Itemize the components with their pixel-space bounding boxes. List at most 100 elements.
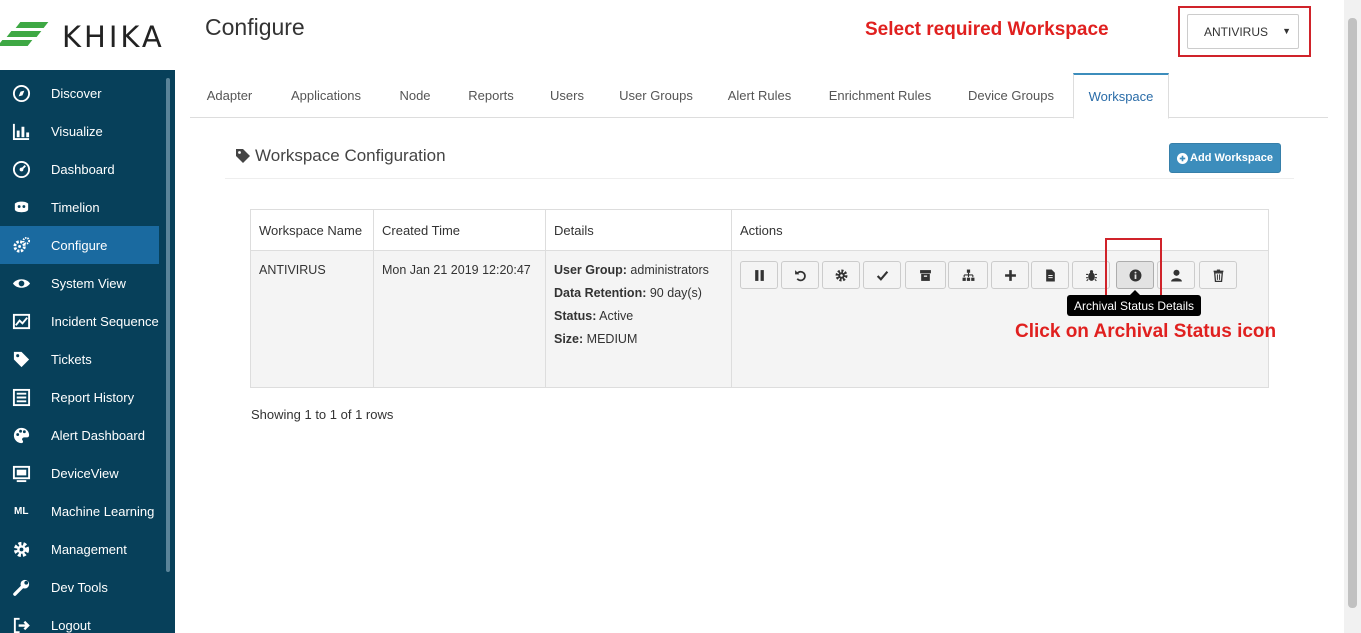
sidebar-item-label: Incident Sequence (51, 313, 159, 329)
sidebar-item-label: Visualize (51, 123, 103, 139)
user-icon (1170, 269, 1182, 281)
annotation-click-archival: Click on Archival Status icon (1015, 321, 1277, 342)
archive-icon (920, 269, 931, 281)
tab-adapter[interactable]: Adapter (190, 73, 269, 118)
detail-data-retention: Data Retention: 90 day(s) (554, 286, 702, 300)
sidebar-item-logout[interactable]: Logout (0, 606, 159, 633)
sidebar-item-label: DeviceView (51, 465, 119, 481)
pagination-info: Showing 1 to 1 of 1 rows (251, 407, 394, 422)
bar-chart-icon (0, 122, 51, 141)
tab-node[interactable]: Node (385, 73, 445, 118)
settings-button[interactable] (822, 261, 860, 289)
logout-icon (0, 616, 51, 633)
user-button[interactable] (1157, 261, 1195, 289)
undo-icon (794, 269, 806, 281)
check-icon (876, 270, 888, 281)
column-header-created-time[interactable]: Created Time (374, 210, 546, 251)
column-header-actions: Actions (740, 223, 783, 238)
add-button[interactable] (991, 261, 1029, 289)
pause-button[interactable] (740, 261, 778, 289)
column-header-details[interactable]: Details (546, 210, 732, 251)
sidebar-item-incident-sequence[interactable]: Incident Sequence (0, 302, 159, 340)
report-button[interactable] (1031, 261, 1069, 289)
page-title: Configure (205, 14, 305, 40)
gear-icon (0, 540, 51, 559)
tab-device-groups[interactable]: Device Groups (957, 73, 1065, 118)
tab-users[interactable]: Users (538, 73, 596, 118)
sidebar-nav: Discover Visualize Dashboard Timelion Co… (0, 70, 175, 633)
timelion-icon (0, 198, 51, 217)
bug-icon (1085, 269, 1097, 281)
tag-icon (236, 149, 250, 163)
sidebar-item-system-view[interactable]: System View (0, 264, 159, 302)
sidebar-item-label: Management (51, 541, 127, 557)
column-header-workspace-name[interactable]: Workspace Name (251, 210, 374, 251)
wrench-icon (0, 578, 51, 597)
sidebar-scrollbar[interactable] (166, 78, 170, 572)
sidebar-item-label: Tickets (51, 351, 92, 367)
sidebar: KHIKA Discover Visualize Dashboard Timel… (0, 0, 175, 633)
compass-icon (0, 84, 51, 103)
tab-enrichment-rules[interactable]: Enrichment Rules (816, 73, 944, 118)
tab-reports[interactable]: Reports (454, 73, 528, 118)
sidebar-item-alert-dashboard[interactable]: Alert Dashboard (0, 416, 159, 454)
trash-icon (1213, 269, 1223, 282)
logo-text: KHIKA (62, 20, 165, 54)
annotation-highlight-box (1105, 238, 1162, 297)
section-title: Workspace Configuration (235, 146, 446, 166)
archive-button[interactable] (905, 261, 946, 289)
reset-button[interactable] (781, 261, 819, 289)
workspace-select-value: ANTIVIRUS (1204, 24, 1269, 39)
eye-icon (0, 274, 51, 293)
sidebar-item-timelion[interactable]: Timelion (0, 188, 159, 226)
detail-status: Status: Active (554, 309, 634, 323)
sidebar-item-deviceview[interactable]: DeviceView (0, 454, 159, 492)
tab-applications[interactable]: Applications (275, 73, 377, 118)
page-scrollbar[interactable] (1344, 0, 1361, 633)
delete-button[interactable] (1199, 261, 1237, 289)
sidebar-item-label: Dev Tools (51, 579, 108, 595)
cell-details: User Group: administrators Data Retentio… (546, 251, 732, 387)
caret-down-icon: ▼ (1282, 26, 1291, 36)
sidebar-item-machine-learning[interactable]: ML Machine Learning (0, 492, 159, 530)
sidebar-item-management[interactable]: Management (0, 530, 159, 568)
scrollbar-thumb[interactable] (1348, 18, 1357, 608)
sidebar-item-visualize[interactable]: Visualize (0, 112, 159, 150)
workspace-select[interactable]: ANTIVIRUS ▼ (1187, 14, 1299, 49)
dashboard-icon (0, 160, 51, 179)
sitemap-icon (962, 269, 974, 281)
activate-button[interactable] (863, 261, 901, 289)
cog-icon (835, 269, 847, 281)
sidebar-item-discover[interactable]: Discover (0, 74, 159, 112)
khika-logo[interactable]: KHIKA (0, 0, 175, 70)
sidebar-item-label: Discover (51, 85, 102, 101)
section-title-text: Workspace Configuration (255, 146, 446, 165)
file-icon (1045, 269, 1055, 281)
pause-icon (754, 269, 764, 281)
sidebar-item-tickets[interactable]: Tickets (0, 340, 159, 378)
add-workspace-button[interactable]: Add Workspace (1169, 143, 1281, 173)
sidebar-item-label: Configure (51, 237, 108, 253)
tag-icon (0, 350, 51, 369)
cell-workspace-name: ANTIVIRUS (251, 251, 374, 387)
sidebar-item-label: Logout (51, 617, 91, 633)
device-icon (0, 464, 51, 483)
sidebar-item-report-history[interactable]: Report History (0, 378, 159, 416)
tab-workspace[interactable]: Workspace (1073, 73, 1169, 119)
sidebar-item-configure[interactable]: Configure (0, 226, 159, 264)
list-icon (0, 388, 51, 407)
sidebar-item-dev-tools[interactable]: Dev Tools (0, 568, 159, 606)
detail-user-group: User Group: administrators (554, 263, 709, 277)
hierarchy-button[interactable] (948, 261, 988, 289)
sidebar-item-label: System View (51, 275, 126, 291)
tab-alert-rules[interactable]: Alert Rules (717, 73, 802, 118)
cell-actions (732, 251, 1268, 387)
tab-user-groups[interactable]: User Groups (608, 73, 704, 118)
section-divider (225, 178, 1294, 179)
detail-size: Size: MEDIUM (554, 332, 638, 346)
add-workspace-label: Add Workspace (1190, 152, 1273, 164)
sidebar-item-dashboard[interactable]: Dashboard (0, 150, 159, 188)
logo-mark-icon (0, 22, 49, 48)
sidebar-item-label: Timelion (51, 199, 100, 215)
sidebar-item-label: Machine Learning (51, 503, 155, 519)
